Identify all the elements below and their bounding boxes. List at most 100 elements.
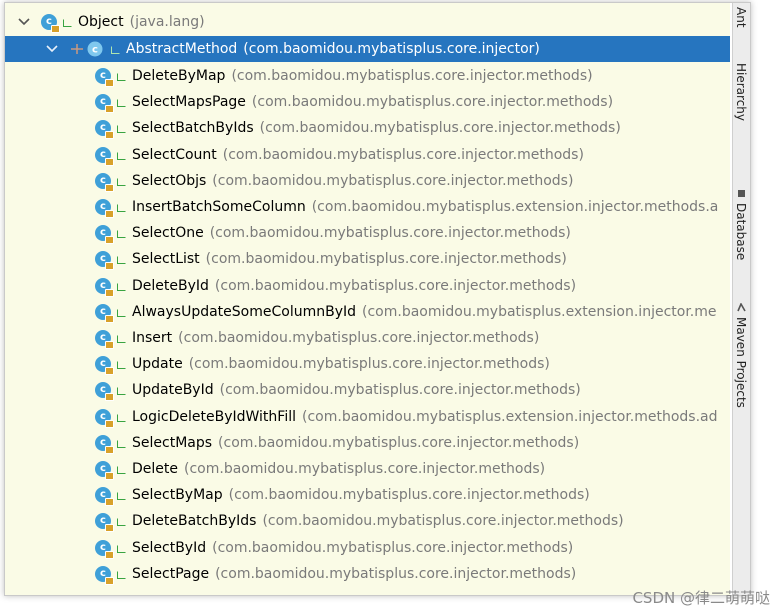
tree-row[interactable]: c SelectList (com.baomidou.mybatisplus.cor… — [5, 246, 730, 272]
package-name: (com.baomidou.mybatisplus.core.injector.… — [209, 225, 571, 242]
tree-row[interactable]: c SelectCount (com.baomidou.mybatisplus.co… — [5, 142, 730, 168]
sidebar-tab-maven-projects[interactable]: Maven Projects — [734, 317, 748, 408]
tree-row[interactable]: c SelectByMap (com.baomidou.mybatisplus.co… — [5, 482, 730, 508]
class-icon: c — [95, 356, 114, 376]
sidebar-tab-database[interactable]: Database — [734, 203, 748, 260]
public-visibility-icon — [116, 307, 126, 317]
tree-row[interactable]: c SelectPage (com.baomidou.mybatisplus.cor… — [5, 561, 730, 587]
package-name: (com.baomidou.mybatisplus.extension.inje… — [362, 303, 717, 320]
tree-row[interactable]: c InsertBatchSomeColumn (com.baomidou.myba… — [5, 194, 730, 220]
package-name: (com.baomidou.mybatisplus.core.injector.… — [205, 251, 567, 268]
right-tool-strip: Ant Hierarchy Database Maven Projects — [732, 3, 750, 595]
sidebar-tab-ant[interactable]: Ant — [734, 7, 748, 28]
public-visibility-icon — [116, 543, 126, 553]
package-name: (com.baomidou.mybatisplus.core.injector.… — [219, 382, 581, 399]
class-icon: c — [95, 172, 114, 192]
package-name: (com.baomidou.mybatisplus.core.injector.… — [184, 461, 546, 477]
class-name: SelectBatchByIds — [132, 120, 254, 137]
class-name: SelectByMap — [132, 487, 223, 504]
watermark: CSDN @律二萌萌哒 — [632, 589, 770, 607]
public-visibility-icon — [62, 17, 72, 27]
class-name: SelectById — [132, 539, 207, 556]
public-visibility-icon — [116, 71, 126, 81]
tree-row[interactable]: c DeleteByMap (com.baomidou.mybatisplus.co… — [5, 63, 730, 89]
class-icon: c — [95, 487, 114, 507]
public-visibility-icon — [116, 228, 126, 239]
class-icon: c — [95, 120, 114, 140]
tree-row-selected[interactable]: c AbstractMethod (com.baomidou.mybatispl… — [5, 36, 730, 62]
tree-row-root[interactable]: c Object (java.lang) — [5, 9, 730, 35]
tree-row[interactable]: c DeleteById (com.baomidou.mybatisplus.cor… — [5, 273, 730, 299]
public-visibility-icon — [116, 202, 126, 212]
public-visibility-icon — [116, 569, 126, 579]
class-name: InsertBatchSomeColumn — [132, 199, 306, 215]
class-name: SelectCount — [132, 146, 217, 163]
class-icon: c — [95, 68, 114, 87]
class-name: Object — [78, 14, 124, 30]
class-name: SelectMaps — [132, 434, 213, 451]
package-name: (com.baomidou.mybatisplus.core.injector.… — [231, 68, 593, 84]
class-name: LogicDeleteByIdWithFill — [132, 408, 296, 425]
tree-row[interactable]: c SelectObjs (com.baomidou.mybatisplus.cor… — [5, 168, 730, 194]
public-visibility-icon — [116, 123, 126, 134]
tree-row[interactable]: c SelectBatchByIds (com.baomidou.mybatispl… — [5, 115, 730, 141]
tree-row[interactable]: c DeleteBatchByIds (com.baomidou.mybatispl… — [5, 508, 730, 534]
package-name: (com.baomidou.mybatisplus.core.injector.… — [212, 172, 574, 189]
class-icon: c — [95, 461, 114, 480]
class-icon: c — [95, 277, 114, 297]
class-icon: c — [95, 251, 114, 271]
public-visibility-icon — [116, 333, 126, 343]
public-visibility-icon — [116, 464, 126, 474]
tree-row[interactable]: c AlwaysUpdateSomeColumnById (com.baomidou… — [5, 299, 730, 325]
package-name: (com.baomidou.mybatisplus.core.injector.… — [218, 434, 580, 451]
sidebar-tab-hierarchy[interactable]: Hierarchy — [734, 63, 748, 121]
tree-row[interactable]: c Update (com.baomidou.mybatisplus.core.in… — [5, 351, 730, 377]
package-name: (com.baomidou.mybatisplus.core.injector.… — [212, 539, 574, 556]
class-name: SelectPage — [132, 565, 210, 582]
public-visibility-icon — [116, 359, 126, 370]
package-name: (com.baomidou.mybatisplus.core.injector.… — [215, 565, 577, 582]
class-icon: c — [95, 434, 114, 454]
class-name: SelectList — [132, 251, 200, 268]
public-visibility-icon — [116, 490, 126, 501]
public-visibility-icon — [116, 438, 126, 448]
class-name: Delete — [132, 461, 178, 477]
class-name: SelectOne — [132, 225, 204, 242]
class-icon: c — [95, 303, 114, 323]
package-name: (com.baomidou.mybatisplus.extension.inje… — [302, 408, 718, 425]
package-name: (com.baomidou.mybatisplus.core.injector.… — [178, 330, 540, 346]
package-name: (com.baomidou.mybatisplus.core.injector.… — [262, 513, 624, 530]
class-icon: c — [95, 382, 114, 402]
package-name: (com.baomidou.mybatisplus.core.injector.… — [251, 94, 614, 111]
package-name: (com.baomidou.mybatisplus.core.injector.… — [214, 277, 577, 294]
public-visibility-icon — [110, 44, 120, 54]
class-icon: c — [95, 225, 114, 245]
tree-row[interactable]: c Delete (com.baomidou.mybatisplus.core.in… — [5, 456, 730, 482]
class-icon: c — [95, 565, 114, 585]
public-visibility-icon — [116, 516, 126, 527]
chevron-down-icon[interactable] — [17, 15, 31, 29]
tree-row[interactable]: c SelectMapsPage (com.baomidou.mybatisplus… — [5, 89, 730, 115]
class-name: SelectObjs — [132, 172, 207, 189]
public-visibility-icon — [116, 385, 126, 396]
package-name: (java.lang) — [129, 14, 205, 30]
database-icon — [738, 190, 745, 197]
hierarchy-marker-icon: c — [69, 41, 103, 57]
class-icon: c — [95, 408, 114, 428]
tree-row[interactable]: c SelectOne (com.baomidou.mybatisplus.core… — [5, 220, 730, 246]
class-name: SelectMapsPage — [132, 94, 246, 111]
chevron-down-icon[interactable] — [45, 42, 59, 56]
tree-row[interactable]: c LogicDeleteByIdWithFill (com.baomidou.my… — [5, 404, 730, 430]
package-name: (com.baomidou.mybatisplus.core.injector.… — [188, 356, 550, 373]
tree-row[interactable]: c Insert (com.baomidou.mybatisplus.core.in… — [5, 325, 730, 351]
class-name: DeleteById — [132, 277, 209, 294]
class-name: Update — [132, 356, 183, 373]
public-visibility-icon — [116, 97, 126, 108]
tree-row[interactable]: c UpdateById (com.baomidou.mybatisplus.cor… — [5, 377, 730, 403]
class-icon: c — [95, 146, 114, 166]
hierarchy-tree[interactable]: c Object (java.lang) c AbstractMethod (c… — [5, 3, 730, 595]
public-visibility-icon — [116, 176, 126, 186]
tree-row[interactable]: c SelectById (com.baomidou.mybatisplus.cor… — [5, 535, 730, 561]
public-visibility-icon — [116, 150, 126, 160]
tree-row[interactable]: c SelectMaps (com.baomidou.mybatisplus.cor… — [5, 430, 730, 456]
